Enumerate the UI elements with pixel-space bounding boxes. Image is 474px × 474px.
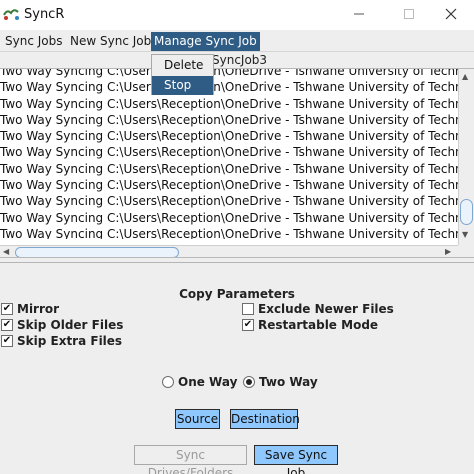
maximize-button[interactable] (386, 0, 432, 30)
minimize-icon (353, 8, 365, 23)
source-button[interactable]: Source (175, 409, 220, 429)
mirror-checkbox[interactable]: ✔ Mirror (1, 302, 121, 316)
scroll-down-icon[interactable]: ▼ (462, 230, 468, 239)
horizontal-scroll-thumb[interactable] (15, 247, 179, 257)
log-line: Two Way Syncing C:\Users\Reception\OneDr… (0, 80, 458, 95)
sync-log-panel: Two Way Syncing C:\Users\Reception\OneDr… (0, 68, 474, 258)
checkbox-checked-icon: ✔ (1, 335, 13, 347)
checkbox-label: Restartable Mode (258, 318, 379, 332)
checkbox-label: Exclude Newer Files (258, 302, 394, 316)
skip-older-files-checkbox[interactable]: ✔ Skip Older Files (1, 318, 124, 332)
vertical-scroll-thumb[interactable] (460, 199, 473, 225)
one-way-radio[interactable]: One Way (162, 375, 242, 389)
skip-extra-files-checkbox[interactable]: ✔ Skip Extra Files (1, 334, 123, 348)
scroll-left-icon[interactable]: ◀ (3, 247, 9, 256)
minimize-button[interactable] (336, 0, 382, 30)
window-title: SyncR (24, 7, 65, 22)
checkbox-checked-icon: ✔ (1, 303, 13, 315)
log-line: Two Way Syncing C:\Users\Reception\OneDr… (0, 145, 458, 160)
maximize-icon (403, 8, 415, 23)
title-bar: SyncR (0, 0, 474, 30)
log-line: Two Way Syncing C:\Users\Reception\OneDr… (0, 210, 458, 225)
save-sync-job-button[interactable]: Save Sync Job (254, 445, 338, 474)
menu-new-sync-job[interactable]: New Sync Job (67, 32, 154, 51)
scroll-right-icon[interactable]: ▶ (445, 247, 451, 256)
exclude-newer-files-checkbox[interactable]: Exclude Newer Files (242, 302, 394, 316)
radio-unselected-icon (162, 376, 174, 388)
vertical-scrollbar[interactable]: ▲ ▼ (458, 69, 474, 245)
checkbox-checked-icon: ✔ (1, 319, 13, 331)
scrollbar-corner (458, 245, 474, 257)
menu-item-delete[interactable]: Delete (152, 56, 213, 75)
destination-button[interactable]: Destination (230, 409, 300, 429)
log-line: Two Way Syncing C:\Users\Reception\OneDr… (0, 161, 458, 176)
tab-syncjob3[interactable]: SyncJob3 (212, 53, 267, 67)
log-line: Two Way Syncing C:\Users\Reception\OneDr… (0, 96, 458, 111)
close-icon (445, 8, 457, 23)
radio-selected-icon (243, 376, 255, 388)
horizontal-scrollbar[interactable]: ◀ ▶ (0, 245, 458, 257)
two-way-radio[interactable]: Two Way (243, 375, 323, 389)
menu-sync-jobs[interactable]: Sync Jobs (2, 32, 66, 51)
log-line: Two Way Syncing C:\Users\Reception\OneDr… (0, 112, 458, 127)
menu-bar: Sync Jobs New Sync Job Manage Sync Job (0, 30, 474, 52)
manage-sync-job-dropdown: Delete Stop (151, 54, 214, 95)
log-line: Two Way Syncing C:\Users\Reception\OneDr… (0, 226, 458, 239)
log-line: Two Way Syncing C:\Users\Reception\OneDr… (0, 194, 458, 209)
scroll-up-icon[interactable]: ▲ (462, 72, 468, 81)
divider-line (0, 262, 474, 263)
checkbox-label: Skip Older Files (17, 318, 124, 332)
checkbox-label: Mirror (17, 302, 60, 316)
syncr-logo-icon (2, 7, 22, 21)
copy-parameters-title: Copy Parameters (179, 287, 295, 301)
checkbox-label: Skip Extra Files (17, 334, 123, 348)
close-button[interactable] (428, 0, 474, 30)
restartable-mode-checkbox[interactable]: ✔ Restartable Mode (242, 318, 392, 332)
radio-label: Two Way (259, 375, 318, 389)
log-line: Two Way Syncing C:\Users\Reception\OneDr… (0, 178, 458, 193)
radio-label: One Way (178, 375, 238, 389)
log-line: Two Way Syncing C:\Users\Reception\OneDr… (0, 68, 458, 78)
sync-log-text[interactable]: Two Way Syncing C:\Users\Reception\OneDr… (0, 68, 458, 239)
menu-item-stop[interactable]: Stop (152, 76, 213, 95)
log-line: Two Way Syncing C:\Users\Reception\OneDr… (0, 129, 458, 144)
menu-manage-sync-job[interactable]: Manage Sync Job (151, 32, 260, 51)
checkbox-checked-icon: ✔ (242, 319, 254, 331)
sync-drives-folders-button[interactable]: Sync Drives/Folders (134, 445, 247, 474)
checkbox-unchecked-icon (242, 303, 254, 315)
